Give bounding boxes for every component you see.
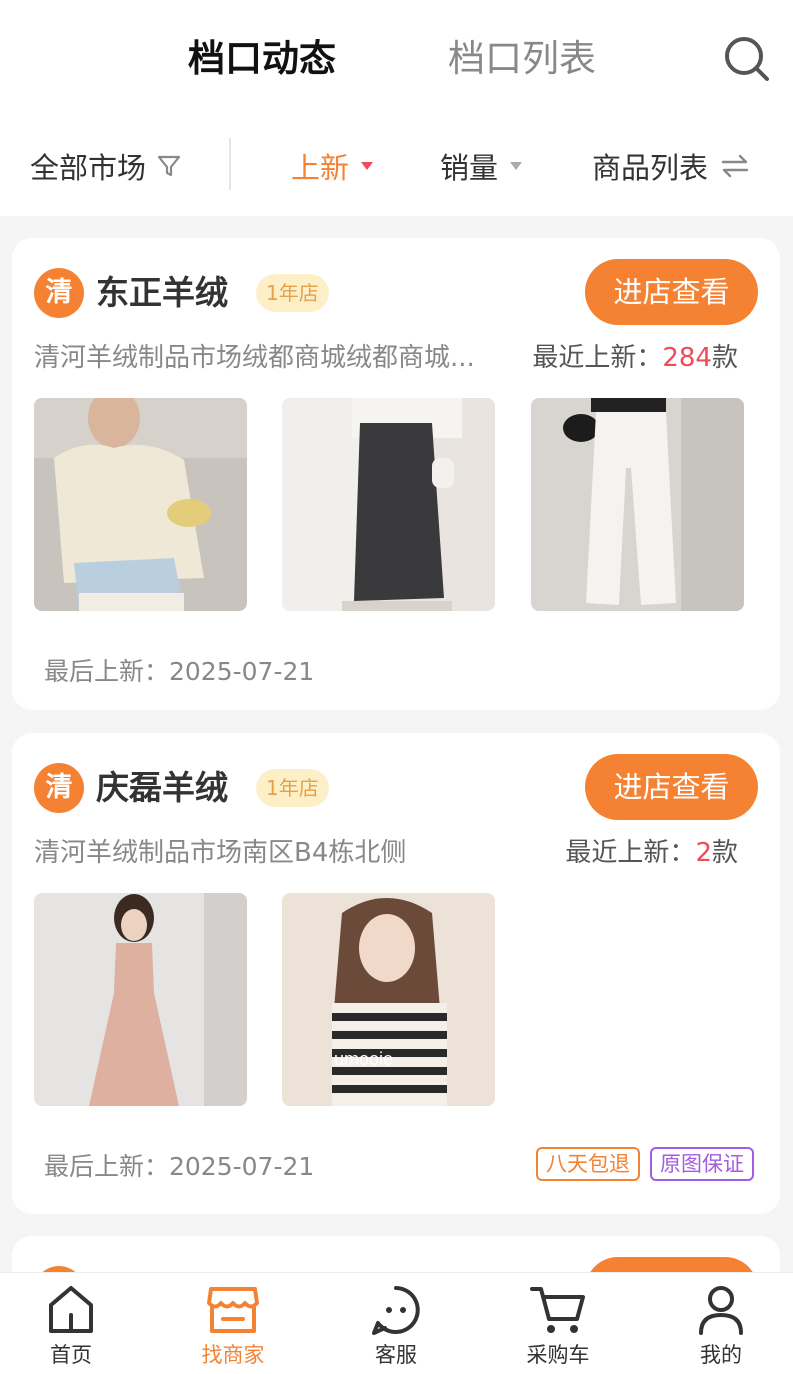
nav-profile[interactable]: 我的 <box>661 1283 781 1373</box>
tab-stall-updates[interactable]: 档口动态 <box>188 34 336 84</box>
nav-home-label: 首页 <box>50 1343 92 1367</box>
cart-icon <box>530 1287 585 1333</box>
last-new-date: 最后上新：2025-07-21 <box>44 657 315 686</box>
page: 档口动态 档口列表 全部市场 上新 销量 商品列表 清 东正羊绒 1年店 进店查… <box>0 0 793 1374</box>
recent-number: 284 <box>662 343 712 373</box>
shop-name[interactable]: 庆磊羊绒 <box>96 763 228 813</box>
last-new-date: 最后上新：2025-07-21 <box>44 1152 315 1181</box>
shop-address: 清河羊绒制品市场南区B4栋北侧 <box>34 838 407 868</box>
product-thumbnail[interactable]: umooie <box>282 893 495 1106</box>
nav-profile-label: 我的 <box>700 1343 742 1367</box>
market-badge: 清 <box>34 268 84 318</box>
shop-card: 清 庆磊羊绒 1年店 进店查看 清河羊绒制品市场南区B4栋北侧 最近上新：2款 <box>12 733 780 1214</box>
sort-sales-label: 销量 <box>440 151 499 185</box>
nav-find-merchants-label: 找商家 <box>201 1343 265 1367</box>
caret-down-icon <box>510 162 523 170</box>
store-icon <box>207 1287 259 1333</box>
service-tags: 八天包退 原图保证 <box>536 1147 754 1181</box>
recent-prefix: 最近上新： <box>532 343 663 373</box>
home-icon <box>49 1286 93 1333</box>
recent-new-count: 最近上新：284款 <box>532 338 738 378</box>
nav-cart[interactable]: 采购车 <box>498 1283 618 1373</box>
sort-sales[interactable]: 销量 <box>440 144 523 188</box>
tab-stall-list[interactable]: 档口列表 <box>448 34 596 84</box>
product-thumbnail[interactable] <box>531 398 744 611</box>
funnel-icon <box>157 155 181 177</box>
recent-suffix: 款 <box>711 343 738 373</box>
chat-icon <box>372 1286 420 1335</box>
sort-new-label: 上新 <box>291 151 350 185</box>
enter-store-button[interactable]: 进店查看 <box>585 259 758 325</box>
watermark-text: umooie <box>334 1049 393 1069</box>
product-list-toggle[interactable]: 商品列表 <box>592 144 750 188</box>
market-badge: 清 <box>34 763 84 813</box>
sort-new[interactable]: 上新 <box>291 144 374 188</box>
user-icon <box>699 1286 743 1335</box>
nav-cart-label: 采购车 <box>526 1343 590 1367</box>
product-list-label: 商品列表 <box>592 151 709 185</box>
store-age-badge: 1年店 <box>256 274 329 312</box>
store-age-badge: 1年店 <box>256 769 329 807</box>
search-icon[interactable] <box>722 34 772 84</box>
shop-card: 清 东正羊绒 1年店 进店查看 清河羊绒制品市场绒都商城绒都商城... 最近上新… <box>12 238 780 710</box>
header: 档口动态 档口列表 全部市场 上新 销量 商品列表 <box>0 0 793 216</box>
recent-new-count: 最近上新：2款 <box>565 833 738 873</box>
product-thumbnail[interactable] <box>34 893 247 1106</box>
nav-customer-service-label: 客服 <box>375 1343 417 1367</box>
recent-suffix: 款 <box>711 838 738 868</box>
nav-find-merchants[interactable]: 找商家 <box>173 1283 293 1373</box>
product-thumbnail[interactable] <box>282 398 495 611</box>
enter-store-button[interactable]: 进店查看 <box>585 754 758 820</box>
swap-icon <box>721 154 749 178</box>
market-filter-label: 全部市场 <box>30 151 147 185</box>
product-thumbnail[interactable] <box>34 398 247 611</box>
recent-number: 2 <box>695 838 712 868</box>
caret-down-icon <box>361 162 374 170</box>
shop-address: 清河羊绒制品市场绒都商城绒都商城... <box>34 343 475 373</box>
market-filter[interactable]: 全部市场 <box>30 144 182 188</box>
recent-prefix: 最近上新： <box>565 838 696 868</box>
nav-customer-service[interactable]: 客服 <box>336 1283 456 1373</box>
original-photo-tag: 原图保证 <box>650 1147 754 1181</box>
filter-divider <box>229 138 231 190</box>
filter-bar: 全部市场 上新 销量 商品列表 <box>0 118 793 216</box>
shop-name[interactable]: 东正羊绒 <box>96 268 228 318</box>
return-policy-tag: 八天包退 <box>536 1147 640 1181</box>
top-tabs: 档口动态 档口列表 <box>0 0 793 118</box>
nav-home[interactable]: 首页 <box>11 1283 131 1373</box>
bottom-nav: 首页 找商家 客服 采购车 我的 <box>0 1272 793 1374</box>
